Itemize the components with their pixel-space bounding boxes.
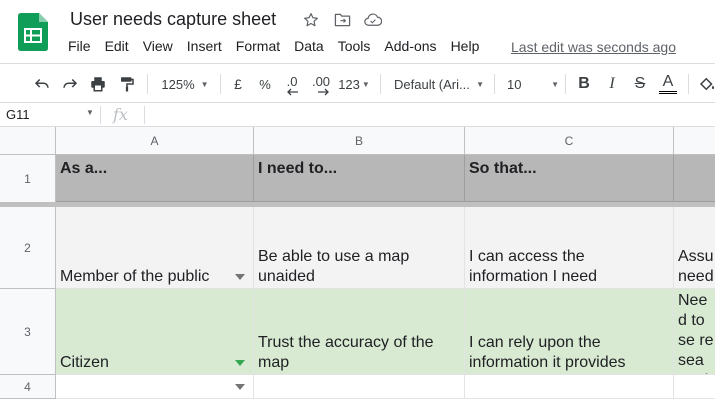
currency-button[interactable]: £ — [228, 64, 248, 104]
column-header-c[interactable]: C — [465, 127, 674, 155]
cell-d1[interactable] — [674, 155, 715, 202]
italic-button[interactable]: I — [601, 64, 623, 104]
toolbar: 125% ▼ £ % .0 .00 123 ▼ Default (Ari... ▼ 1… — [0, 63, 715, 103]
menu-insert[interactable]: Insert — [187, 38, 222, 54]
cell-text: Need to se resea analy — [678, 292, 714, 374]
menu-bar: File Edit View Insert Format Data Tools … — [68, 38, 493, 54]
row-header-3[interactable]: 3 — [0, 289, 56, 375]
fx-icon: fx — [113, 105, 128, 124]
cell-b4[interactable] — [254, 375, 465, 399]
print-icon[interactable] — [86, 64, 110, 104]
cell-text: As a... — [60, 160, 108, 177]
dropdown-arrow-icon[interactable] — [235, 274, 245, 280]
decrease-decimal-button[interactable]: .0 — [281, 64, 303, 104]
column-header-a[interactable]: A — [56, 127, 254, 155]
chevron-down-icon: ▼ — [476, 79, 484, 89]
cell-a4[interactable] — [56, 375, 254, 399]
row-header-4[interactable]: 4 — [0, 375, 56, 399]
cell-c1[interactable]: So that... — [465, 155, 674, 202]
chevron-down-icon: ▼ — [200, 79, 209, 89]
row-header-1[interactable]: 1 — [0, 155, 56, 202]
name-box[interactable]: G11 — [6, 107, 30, 122]
menu-edit[interactable]: Edit — [105, 38, 129, 54]
chevron-down-icon: ▼ — [361, 79, 370, 89]
cell-text: Assu need — [678, 248, 714, 285]
chevron-down-icon[interactable]: ▼ — [86, 108, 94, 117]
column-header-d[interactable] — [674, 127, 715, 155]
cell-d4[interactable] — [674, 375, 715, 399]
cell-b3[interactable]: Trust the accuracy of the map — [254, 289, 465, 375]
percent-button[interactable]: % — [255, 64, 275, 104]
paint-format-icon[interactable] — [115, 64, 139, 104]
cell-c2[interactable]: I can access the information I need — [465, 207, 674, 289]
cell-c3[interactable]: I can rely upon the information it provi… — [465, 289, 674, 375]
spreadsheet-grid: A B C 1 2 3 4 As a... I need to... So th… — [0, 127, 715, 402]
font-family-select[interactable]: Default (Ari... ▼ — [390, 64, 484, 104]
cell-text: Member of the public — [60, 268, 210, 285]
text-color-swatch — [659, 91, 677, 94]
increase-decimal-button[interactable]: .00 — [309, 64, 333, 104]
cell-a1[interactable]: As a... — [56, 155, 254, 202]
cell-text: I can rely upon the information it provi… — [469, 334, 626, 371]
column-header-b[interactable]: B — [254, 127, 465, 155]
menu-view[interactable]: View — [143, 38, 173, 54]
fill-color-icon[interactable] — [696, 64, 715, 104]
menu-data[interactable]: Data — [294, 38, 324, 54]
row-header-2[interactable]: 2 — [0, 207, 56, 289]
cell-b1[interactable]: I need to... — [254, 155, 465, 202]
cell-a3[interactable]: Citizen — [56, 289, 254, 375]
menu-file[interactable]: File — [68, 38, 91, 54]
menu-add-ons[interactable]: Add-ons — [384, 38, 436, 54]
menu-help[interactable]: Help — [451, 38, 480, 54]
cell-text: So that... — [469, 160, 537, 177]
cell-d2[interactable]: Assu need — [674, 207, 715, 289]
cell-text: Be able to use a map unaided — [258, 248, 410, 285]
font-size-select[interactable]: 10 ▼ — [503, 64, 559, 104]
cell-d3[interactable]: Need to se resea analy — [674, 289, 715, 375]
cell-a2[interactable]: Member of the public — [56, 207, 254, 289]
star-icon[interactable] — [301, 10, 321, 30]
cell-text: Citizen — [60, 354, 109, 371]
menu-tools[interactable]: Tools — [338, 38, 371, 54]
move-to-folder-icon[interactable] — [332, 10, 352, 30]
zoom-value: 125% — [161, 76, 195, 92]
text-color-button[interactable]: A — [656, 64, 680, 104]
cell-text: I can access the information I need — [469, 248, 598, 285]
last-edit-link[interactable]: Last edit was seconds ago — [511, 39, 676, 55]
select-all-corner[interactable] — [0, 127, 56, 155]
zoom-select[interactable]: 125% ▼ — [157, 64, 213, 104]
bold-button[interactable]: B — [573, 64, 595, 104]
cell-c4[interactable] — [465, 375, 674, 399]
cell-b2[interactable]: Be able to use a map unaided — [254, 207, 465, 289]
more-formats-select[interactable]: 123 ▼ — [337, 64, 371, 104]
dropdown-arrow-icon[interactable] — [235, 360, 245, 366]
formula-bar: G11 ▼ fx — [0, 103, 715, 127]
redo-icon[interactable] — [58, 64, 82, 104]
dropdown-arrow-icon[interactable] — [235, 384, 245, 390]
document-title[interactable]: User needs capture sheet — [70, 9, 276, 30]
undo-icon[interactable] — [30, 64, 54, 104]
cloud-saved-icon[interactable] — [363, 10, 383, 30]
sheets-logo-icon[interactable] — [18, 13, 48, 51]
chevron-down-icon: ▼ — [551, 79, 559, 89]
strikethrough-button[interactable]: S — [629, 64, 651, 104]
cell-text: I need to... — [258, 160, 338, 177]
cell-text: Trust the accuracy of the map — [258, 334, 434, 371]
menu-format[interactable]: Format — [236, 38, 280, 54]
